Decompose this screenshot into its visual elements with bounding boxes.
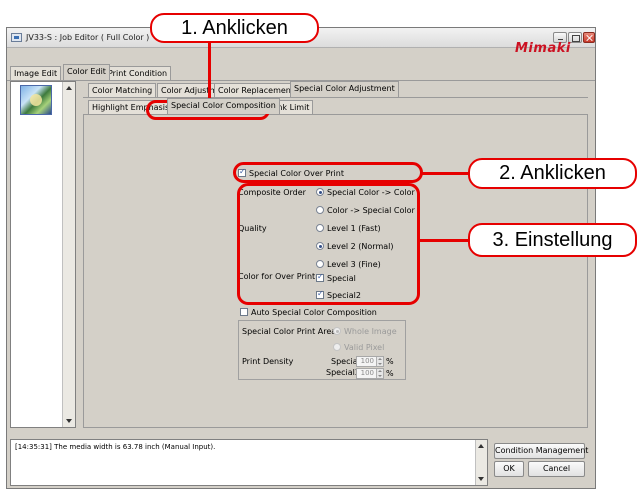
- ok-button[interactable]: OK: [494, 461, 524, 477]
- density-special-stepper[interactable]: 100: [356, 356, 384, 367]
- auto-special-color-composition-label: Auto Special Color Composition: [251, 308, 377, 317]
- log-message: [14:35:31] The media width is 63.78 inch…: [15, 443, 216, 451]
- auto-special-color-composition-checkbox[interactable]: [240, 308, 248, 316]
- scroll-down-icon[interactable]: [478, 477, 484, 481]
- cancel-button[interactable]: Cancel: [528, 461, 585, 477]
- callout-3-label: 3. Einstellung: [468, 223, 637, 257]
- tab-image-edit[interactable]: Image Edit: [10, 66, 62, 80]
- print-area-valid-pixel-label: Valid Pixel: [344, 343, 385, 352]
- print-area-whole-image-radio[interactable]: [333, 327, 341, 335]
- density-special2-unit: %: [386, 369, 394, 378]
- callout-2-leader: [420, 172, 468, 175]
- mimaki-logo: Mimaki: [515, 41, 571, 56]
- tab-color-edit[interactable]: Color Edit: [63, 64, 110, 80]
- window-title: JV33-S : Job Editor ( Full Color ): [26, 33, 150, 42]
- log-scrollbar[interactable]: [475, 440, 487, 485]
- density-special2-value: 100: [360, 369, 374, 377]
- tab-special-color-composition[interactable]: Special Color Composition: [167, 98, 280, 114]
- stepper-arrows-icon[interactable]: [376, 357, 383, 366]
- tab-color-matching[interactable]: Color Matching: [88, 83, 157, 97]
- sub-tab-divider: [83, 97, 588, 98]
- message-log: [14:35:31] The media width is 63.78 inch…: [10, 439, 488, 486]
- callout-2-label: 2. Anklicken: [468, 158, 637, 189]
- scroll-up-icon[interactable]: [66, 86, 72, 90]
- app-icon: [11, 33, 22, 42]
- stepper-arrows-icon[interactable]: [376, 369, 383, 378]
- tab-special-color-adjustment[interactable]: Special Color Adjustment: [290, 81, 399, 97]
- image-thumbnail[interactable]: [20, 85, 52, 115]
- callout-3-leader: [417, 239, 468, 242]
- density-special2-label: Special2: [326, 368, 360, 377]
- thumbnail-pane: [10, 81, 76, 428]
- density-special-unit: %: [386, 357, 394, 366]
- close-button[interactable]: [583, 32, 595, 43]
- density-special2-stepper[interactable]: 100: [356, 368, 384, 379]
- print-area-valid-pixel-radio[interactable]: [333, 343, 341, 351]
- callout-highlight-special-color-over-print: [233, 162, 423, 183]
- callout-1-leader: [208, 42, 211, 102]
- density-special-value: 100: [360, 357, 374, 365]
- tab-color-replacement[interactable]: Color Replacement: [214, 83, 298, 97]
- print-density-label: Print Density: [242, 357, 294, 366]
- tab-print-condition[interactable]: Print Condition: [104, 66, 172, 80]
- special-color-print-area-label: Special Color Print Area: [242, 327, 337, 336]
- callout-highlight-settings-block: [237, 183, 420, 305]
- condition-management-button[interactable]: Condition Management: [494, 443, 588, 459]
- scroll-up-icon[interactable]: [478, 444, 484, 448]
- scroll-down-icon[interactable]: [66, 419, 72, 423]
- callout-1-label: 1. Anklicken: [150, 13, 319, 43]
- print-area-whole-image-label: Whole Image: [344, 327, 397, 336]
- thumbnail-scrollbar[interactable]: [62, 82, 75, 427]
